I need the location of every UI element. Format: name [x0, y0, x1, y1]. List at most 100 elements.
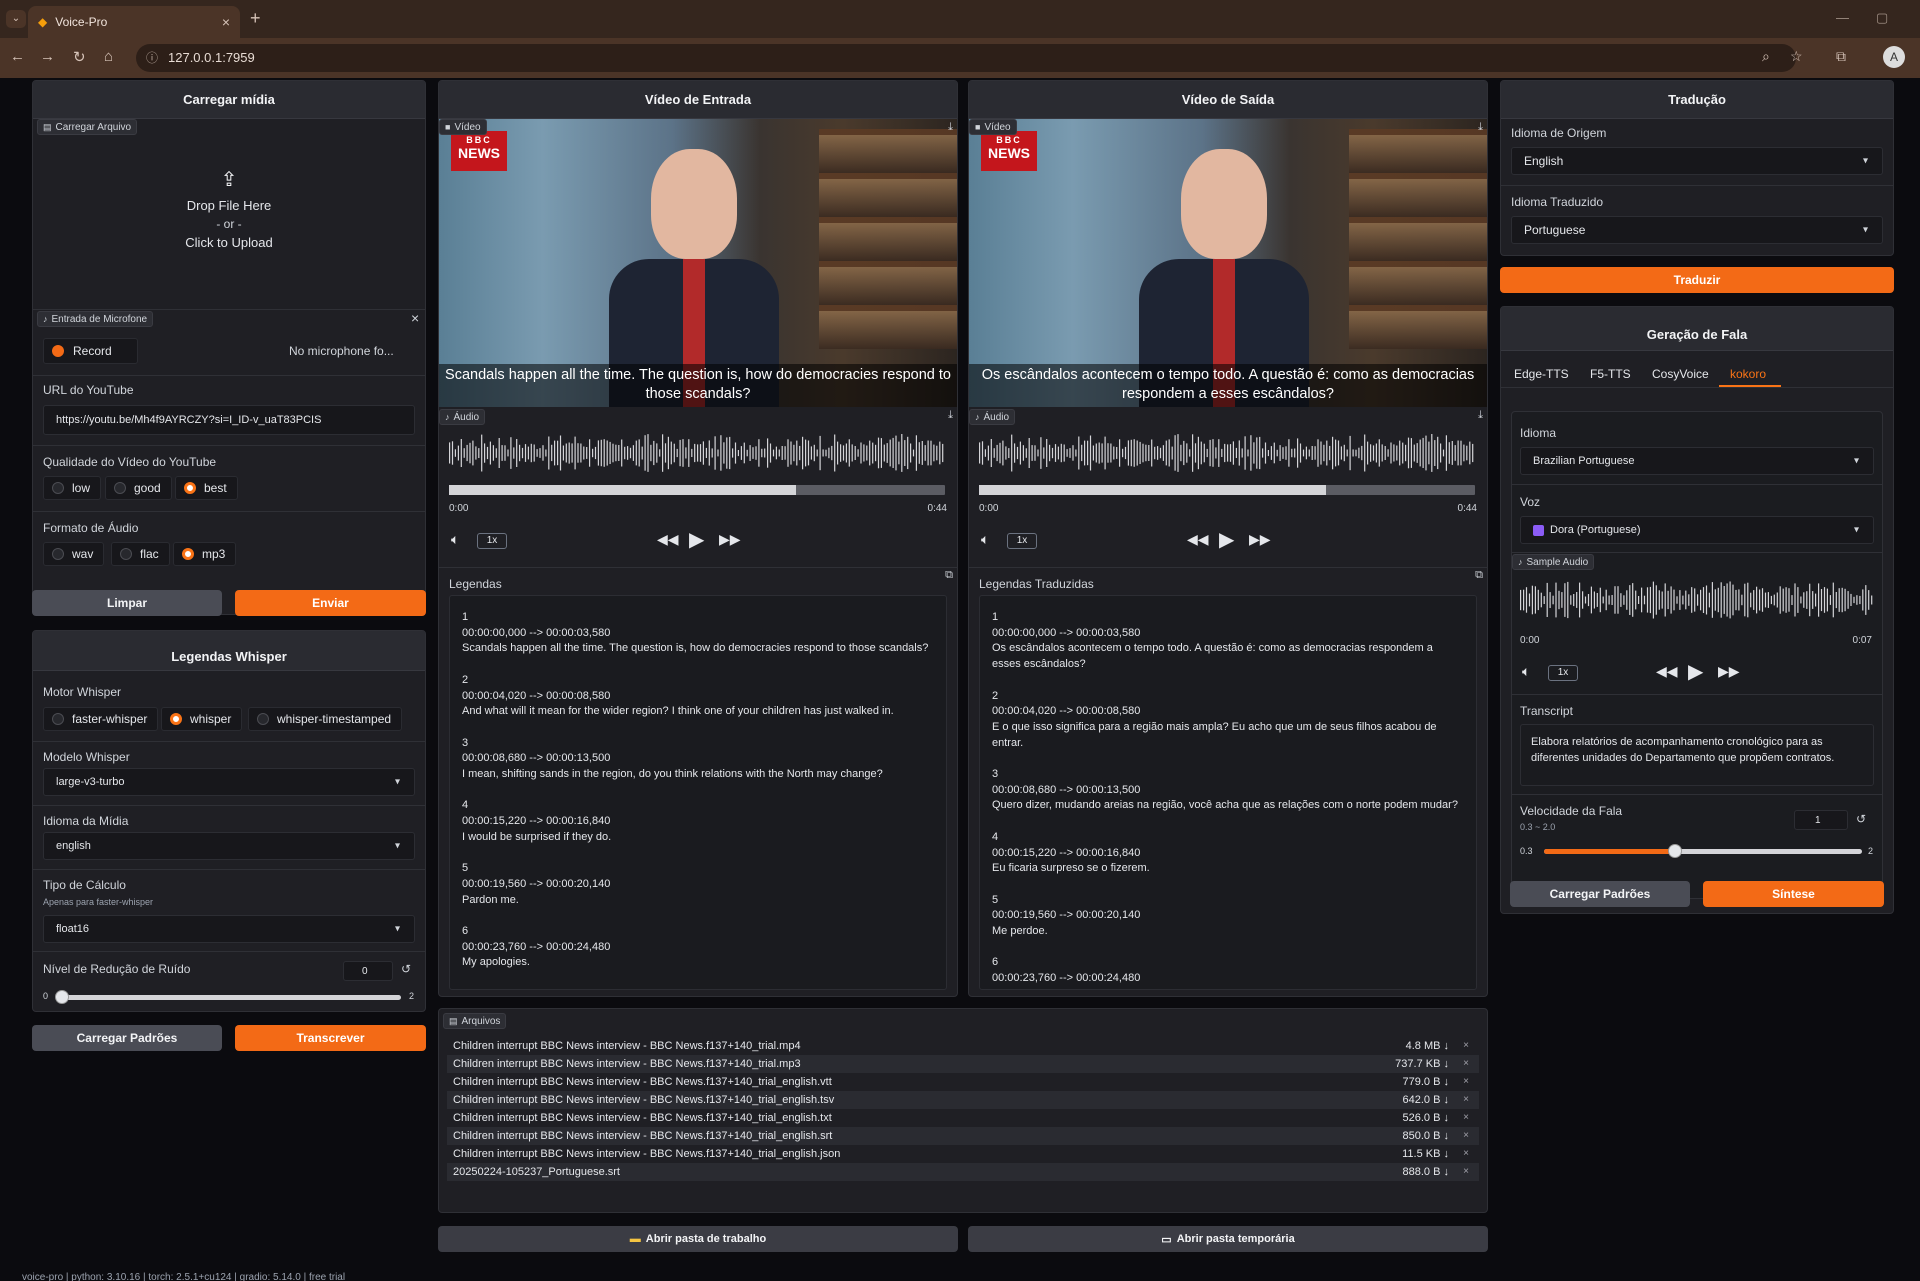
input-video-player[interactable]: BBC NEWS Scandals happen all the time. T… [439, 119, 957, 407]
download-video-icon[interactable]: ⤓ [1478, 121, 1483, 134]
whisper-model-select[interactable]: large-v3-turbo ▾ [43, 768, 415, 796]
file-row[interactable]: Children interrupt BBC News interview - … [447, 1091, 1479, 1109]
file-name[interactable]: Children interrupt BBC News interview - … [453, 1127, 832, 1145]
copy-icon[interactable]: ⧉ [945, 569, 953, 582]
youtube-url-input[interactable]: https://youtu.be/Mh4f9AYRCZY?si=I_ID-v_u… [43, 405, 415, 435]
reload-icon[interactable]: ↻ [73, 48, 86, 66]
close-mic-icon[interactable]: × [411, 310, 419, 326]
file-row[interactable]: Children interrupt BBC News interview - … [447, 1073, 1479, 1091]
playback-rate-button[interactable]: 1x [477, 533, 507, 549]
browser-tab[interactable]: ◆ Voice-Pro × [28, 6, 240, 38]
new-tab-button[interactable]: + [250, 8, 261, 29]
engine-whisper-radio[interactable]: whisper [161, 707, 243, 731]
noise-reduction-input[interactable]: 0 [343, 961, 393, 981]
file-name[interactable]: Children interrupt BBC News interview - … [453, 1055, 801, 1073]
remove-file-icon[interactable]: × [1463, 1127, 1469, 1145]
file-row[interactable]: Children interrupt BBC News interview - … [447, 1145, 1479, 1163]
rewind-icon[interactable]: ◀◀ [657, 531, 679, 548]
playback-rate-button[interactable]: 1x [1007, 533, 1037, 549]
file-drop-zone[interactable]: ⇪ Drop File Here - or - Click to Upload [33, 137, 425, 309]
file-name[interactable]: Children interrupt BBC News interview - … [453, 1073, 832, 1091]
home-icon[interactable]: ⌂ [104, 48, 113, 65]
input-subtitles-textarea[interactable]: 1 00:00:00,000 --> 00:00:03,580 Scandals h… [449, 595, 947, 990]
synthesize-button[interactable]: Síntese [1703, 881, 1884, 907]
remove-file-icon[interactable]: × [1463, 1073, 1469, 1091]
copy-icon[interactable]: ⧉ [1475, 569, 1483, 582]
file-name[interactable]: Children interrupt BBC News interview - … [453, 1091, 834, 1109]
fast-forward-icon[interactable]: ▶▶ [1718, 663, 1740, 680]
speed-slider-handle[interactable] [1667, 844, 1682, 858]
file-row[interactable]: Children interrupt BBC News interview - … [447, 1127, 1479, 1145]
remove-file-icon[interactable]: × [1463, 1109, 1469, 1127]
volume-icon[interactable]: 🔈︎ [981, 531, 989, 548]
record-button[interactable]: Record [43, 338, 138, 364]
zoom-icon[interactable]: ⌕ [1762, 48, 1770, 65]
minimize-icon[interactable]: — [1836, 10, 1849, 25]
output-waveform[interactable] [979, 433, 1475, 473]
file-size-download[interactable]: 850.0 B ↓ [1403, 1127, 1449, 1145]
fast-forward-icon[interactable]: ▶▶ [719, 531, 741, 548]
speech-speed-input[interactable]: 1 [1794, 810, 1848, 830]
format-flac-radio[interactable]: flac [111, 542, 170, 566]
file-name[interactable]: Children interrupt BBC News interview - … [453, 1037, 801, 1055]
tab-edge-tts[interactable]: Edge-TTS [1514, 367, 1569, 381]
profile-avatar[interactable]: A [1883, 46, 1905, 68]
quality-low-radio[interactable]: low [43, 476, 102, 500]
open-temp-folder-button[interactable]: ▭ Abrir pasta temporária [968, 1226, 1488, 1252]
send-button[interactable]: Enviar [235, 590, 426, 616]
sample-rate-button[interactable]: 1x [1548, 665, 1578, 681]
noise-slider-track[interactable] [57, 995, 401, 1000]
file-size-download[interactable]: 526.0 B ↓ [1403, 1109, 1449, 1127]
tts-language-select[interactable]: Brazilian Portuguese ▾ [1520, 447, 1874, 475]
file-size-download[interactable]: 737.7 KB ↓ [1395, 1055, 1449, 1073]
tab-search-icon[interactable]: ⌄ [6, 10, 26, 28]
close-tab-icon[interactable]: × [222, 14, 230, 30]
voice-select[interactable]: Dora (Portuguese) ▾ [1520, 516, 1874, 544]
engine-whisper-timestamped-radio[interactable]: whisper-timestamped [248, 707, 403, 731]
quality-best-radio[interactable]: best [175, 476, 238, 500]
maximize-icon[interactable]: ▢ [1876, 10, 1888, 26]
compute-type-select[interactable]: float16 ▾ [43, 915, 415, 943]
play-icon[interactable]: ▶ [689, 527, 704, 552]
reset-noise-icon[interactable]: ↺ [401, 962, 411, 976]
format-wav-radio[interactable]: wav [43, 542, 105, 566]
play-icon[interactable]: ▶ [1688, 659, 1703, 684]
remove-file-icon[interactable]: × [1463, 1145, 1469, 1163]
file-name[interactable]: Children interrupt BBC News interview - … [453, 1109, 832, 1127]
translate-button[interactable]: Traduzir [1500, 267, 1894, 293]
tab-f5-tts[interactable]: F5-TTS [1590, 367, 1631, 381]
file-size-download[interactable]: 888.0 B ↓ [1403, 1163, 1449, 1181]
download-video-icon[interactable]: ⤓ [948, 121, 953, 134]
tab-cosyvoice[interactable]: CosyVoice [1652, 367, 1709, 381]
bookmark-star-icon[interactable]: ☆ [1790, 48, 1803, 65]
output-video-player[interactable]: BBC NEWS Os escândalos acontecem o tempo… [969, 119, 1487, 407]
play-icon[interactable]: ▶ [1219, 527, 1234, 552]
file-row[interactable]: Children interrupt BBC News interview - … [447, 1037, 1479, 1055]
download-audio-icon[interactable]: ⤓ [948, 409, 953, 422]
source-language-select[interactable]: English ▾ [1511, 147, 1883, 175]
volume-icon[interactable]: 🔈︎ [1522, 663, 1530, 680]
file-name[interactable]: 20250224-105237_Portuguese.srt [453, 1163, 620, 1181]
remove-file-icon[interactable]: × [1463, 1055, 1469, 1073]
whisper-load-defaults-button[interactable]: Carregar Padrões [32, 1025, 222, 1051]
open-work-folder-button[interactable]: ▬ Abrir pasta de trabalho [438, 1226, 958, 1252]
forward-icon[interactable]: → [40, 48, 55, 65]
transcript-textarea[interactable]: Elabora relatórios de acompanhamento cro… [1520, 724, 1874, 786]
quality-good-radio[interactable]: good [105, 476, 172, 500]
input-audio-progress[interactable] [449, 485, 945, 495]
remove-file-icon[interactable]: × [1463, 1091, 1469, 1109]
file-name[interactable]: Children interrupt BBC News interview - … [453, 1145, 840, 1163]
reset-speed-icon[interactable]: ↺ [1856, 812, 1866, 826]
rewind-icon[interactable]: ◀◀ [1187, 531, 1209, 548]
file-row[interactable]: Children interrupt BBC News interview - … [447, 1055, 1479, 1073]
output-subtitles-textarea[interactable]: 1 00:00:00,000 --> 00:00:03,580 Os escânda… [979, 595, 1477, 990]
target-language-select[interactable]: Portuguese ▾ [1511, 216, 1883, 244]
fast-forward-icon[interactable]: ▶▶ [1249, 531, 1271, 548]
rewind-icon[interactable]: ◀◀ [1656, 663, 1678, 680]
file-size-download[interactable]: 11.5 KB ↓ [1402, 1145, 1449, 1163]
download-audio-icon[interactable]: ⤓ [1478, 409, 1483, 422]
remove-file-icon[interactable]: × [1463, 1037, 1469, 1055]
media-language-select[interactable]: english ▾ [43, 832, 415, 860]
input-waveform[interactable] [449, 433, 945, 473]
noise-slider-handle[interactable] [55, 990, 69, 1004]
